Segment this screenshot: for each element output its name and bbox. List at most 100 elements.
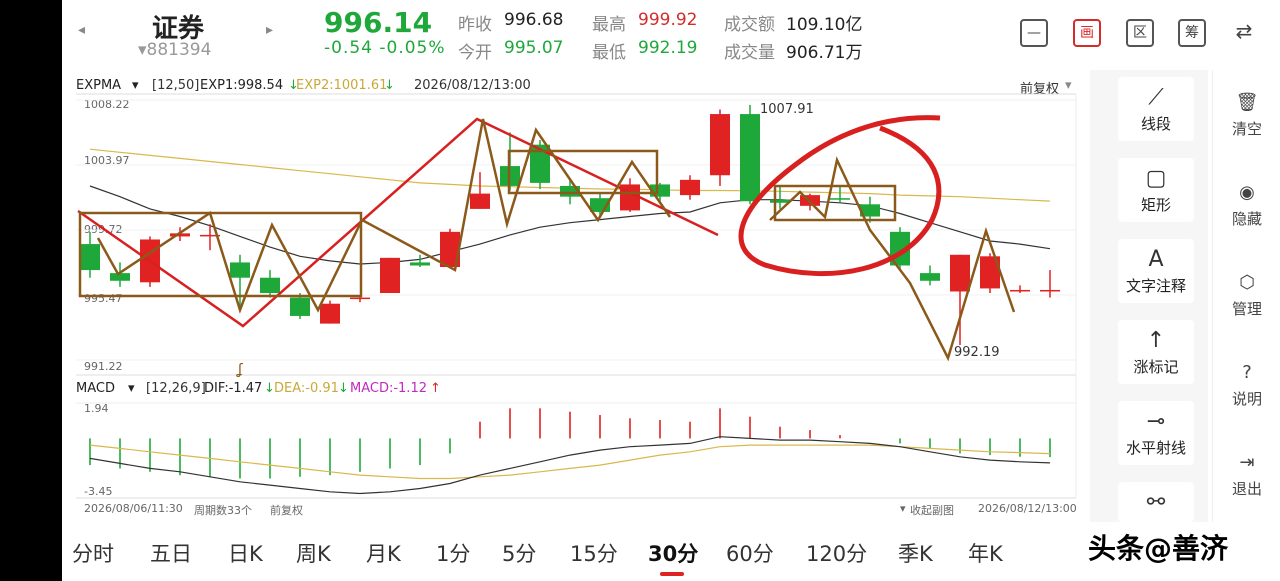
hide-label: 隐藏 [1231,210,1262,228]
text-icon: A [1148,247,1164,272]
high-label: 最高 [592,15,626,35]
candle-body [770,199,790,203]
turnover-value: 109.10亿 [786,15,863,35]
tool-up-mark[interactable]: ↑ 涨标记 [1118,320,1194,384]
candle-layer [80,104,1060,346]
side-actions-panel: 🗑 清空 ◉ 隐藏 ⬡ 管理 ? 说明 ⇥ 退出 [1212,70,1280,522]
minus-button[interactable]: — [1020,19,1048,47]
tool-line-segment-label: 线段 [1140,115,1171,133]
period-tab-yearly[interactable]: 年K [968,538,1003,568]
candle-body [1010,289,1030,292]
macd-layer [89,408,1051,495]
panel-gap [1082,70,1090,522]
period-tab-daily[interactable]: 日K [228,538,263,568]
prev-close-label: 昨收 [458,15,492,35]
settings-icon: ⬡ [1239,272,1255,293]
help-action[interactable]: ? 说明 [1213,362,1280,409]
period-tab-60min[interactable]: 60分 [726,538,774,568]
candle-body [710,114,730,176]
rectangle-icon: ▢ [1145,166,1167,191]
candle-body [260,277,280,294]
candle-body [80,244,100,271]
candle-body [950,254,970,292]
candle-body [920,273,940,281]
brown-box-1 [78,211,363,298]
chip-button[interactable]: 筹 [1178,19,1206,47]
current-price: 996.14 [324,6,433,39]
tool-text-label: 文字注释 [1125,277,1186,295]
help-icon: ? [1242,362,1252,383]
tool-up-mark-label: 涨标记 [1133,358,1179,376]
period-tab-intraday[interactable]: 分时 [72,538,114,568]
period-tab-monthly[interactable]: 月K [366,538,401,568]
volume-label: 成交量 [724,43,775,63]
quote-header: ◂ ▸ 证券 ▾881394 996.14 -0.54 -0.05% 昨收 99… [62,0,1280,68]
candle-body [350,297,370,300]
stock-code[interactable]: ▾881394 [138,40,211,60]
manage-label: 管理 [1231,300,1262,318]
arrow-up-icon: ↑ [1146,328,1166,353]
hide-action[interactable]: ◉ 隐藏 [1213,182,1280,229]
line-segment-icon: ⟋ [1148,85,1164,110]
tool-horizontal-ray[interactable]: ⊸ 水平射线 [1118,401,1194,465]
exit-icon: ⇥ [1239,452,1255,473]
dea-line [89,444,1051,480]
zone-button[interactable]: 区 [1126,19,1154,47]
chart-svg: ʆ [76,93,1077,499]
period-tab-five-day[interactable]: 五日 [150,538,192,568]
candle-body [410,262,430,266]
prev-close-value: 996.68 [504,10,564,30]
low-value: 992.19 [638,38,698,58]
period-tab-30min[interactable]: 30分 [648,538,698,568]
tool-line-segment[interactable]: ⟋ 线段 [1118,77,1194,141]
candle-body [740,114,760,202]
chart-area[interactable]: EXPMA ▾ [12,50] EXP1:998.54 ↓ EXP2:1001.… [70,70,1078,522]
candle-body [230,262,250,278]
dif-line [89,436,1051,495]
help-label: 说明 [1231,390,1262,408]
next-stock-icon[interactable]: ▸ [266,22,273,38]
candle-body [680,179,700,196]
price-change: -0.54 -0.05% [324,38,446,58]
open-label: 今开 [458,43,492,63]
turnover-label: 成交额 [724,15,775,35]
tool-rectangle-label: 矩形 [1140,196,1171,214]
watermark: 头条@善济 [1088,532,1229,565]
manage-action[interactable]: ⬡ 管理 [1213,272,1280,319]
clear-icon: 🗑 [1235,92,1259,113]
volume-value: 906.71万 [786,43,863,63]
low-label: 最低 [592,43,626,63]
candle-body [320,303,340,324]
active-period-indicator [660,572,684,576]
candle-body [470,193,490,209]
tool-text[interactable]: A 文字注释 [1118,239,1194,303]
device-switch-icon[interactable]: ⇄ [1230,19,1258,47]
period-tab-weekly[interactable]: 周K [296,538,331,568]
period-tab-1min[interactable]: 1分 [436,538,470,568]
exit-label: 退出 [1231,480,1262,498]
annotation-glyph: ʆ [236,362,243,378]
more-tools-icon: ⚯ [1146,490,1166,515]
prev-stock-icon[interactable]: ◂ [78,22,85,38]
period-tab-15min[interactable]: 15分 [570,538,618,568]
candle-body [290,297,310,316]
eye-icon: ◉ [1239,182,1255,203]
high-value: 999.92 [638,10,698,30]
candle-body [1040,289,1060,292]
ray-icon: ⊸ [1146,409,1166,434]
candle-body [110,273,130,281]
clear-label: 清空 [1231,120,1262,138]
draw-button[interactable]: 画 [1073,19,1101,47]
draw-tools-panel: ⟋ 线段 ▢ 矩形 A 文字注释 ↑ 涨标记 ⊸ 水平射线 ⚯ [1090,70,1208,522]
clear-action[interactable]: 🗑 清空 [1213,92,1280,139]
candle-body [830,198,850,200]
tool-rectangle[interactable]: ▢ 矩形 [1118,158,1194,222]
open-value: 995.07 [504,38,564,58]
app-window: ◂ ▸ 证券 ▾881394 996.14 -0.54 -0.05% 昨收 99… [62,0,1280,581]
tool-more[interactable]: ⚯ [1118,482,1194,522]
period-tab-5min[interactable]: 5分 [502,538,536,568]
exit-action[interactable]: ⇥ 退出 [1213,452,1280,499]
tool-horizontal-ray-label: 水平射线 [1125,439,1186,457]
period-tab-120min[interactable]: 120分 [806,538,867,568]
period-tab-quarterly[interactable]: 季K [898,538,933,568]
